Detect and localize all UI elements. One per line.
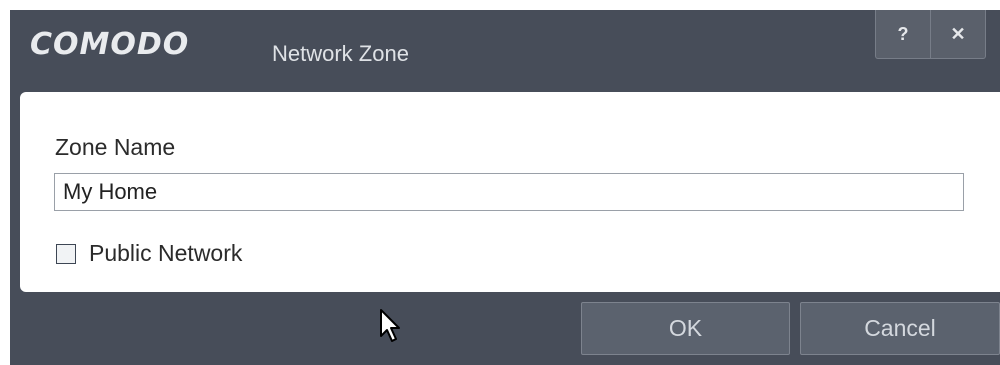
zone-name-input[interactable] <box>54 173 964 211</box>
public-network-checkbox[interactable] <box>56 243 76 264</box>
public-network-option[interactable]: Public Network <box>56 240 242 267</box>
cancel-button[interactable]: Cancel <box>800 302 1000 355</box>
help-button[interactable]: ? <box>876 10 930 58</box>
comodo-logo: COMODO <box>30 27 190 62</box>
dialog-title: Network Zone <box>272 41 409 66</box>
network-zone-dialog: COMODO Network Zone ? ✕ Zone Name Public… <box>10 10 1000 365</box>
help-icon: ? <box>897 23 909 44</box>
arrow-cursor-icon <box>380 309 400 342</box>
title-buttons: ? ✕ <box>875 10 986 59</box>
close-icon: ✕ <box>950 23 966 44</box>
public-network-label: Public Network <box>89 240 243 266</box>
ok-button[interactable]: OK <box>581 302 790 355</box>
title-bar: COMODO Network Zone ? ✕ <box>10 10 1000 90</box>
close-button[interactable]: ✕ <box>930 10 985 58</box>
form-panel: Zone Name Public Network <box>20 92 1000 292</box>
zone-name-label: Zone Name <box>55 134 176 160</box>
